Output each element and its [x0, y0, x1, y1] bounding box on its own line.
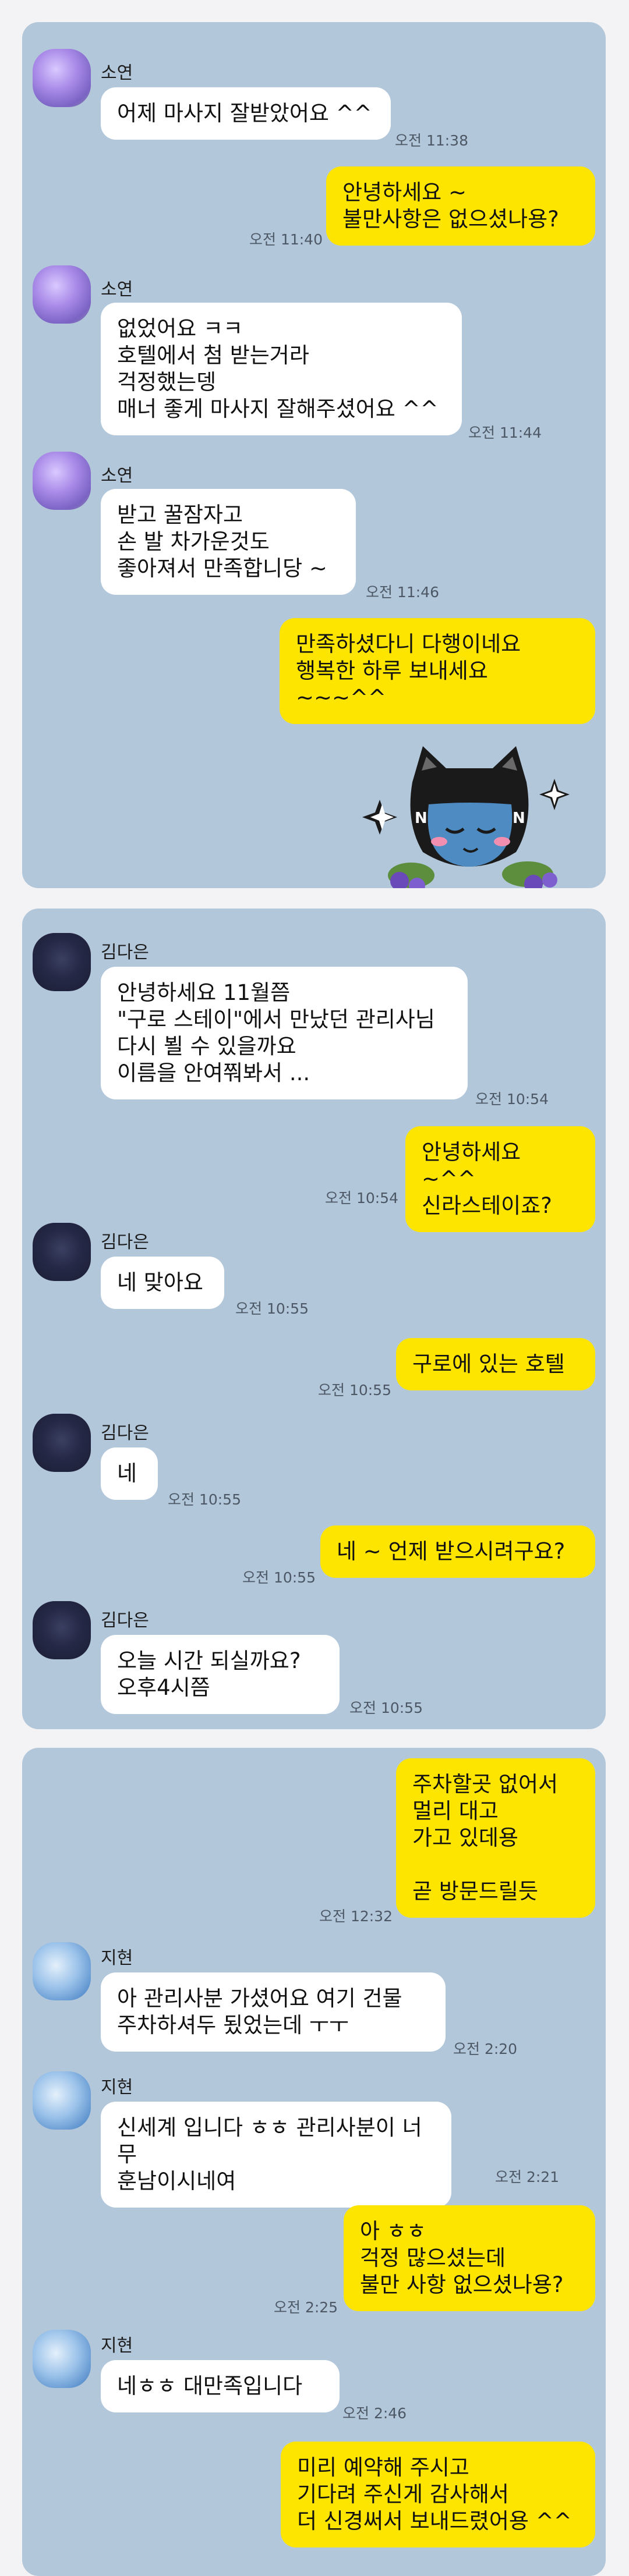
sender-name: 김다은: [101, 942, 149, 963]
outgoing-message[interactable]: 주차할곳 없어서 멀리 대고 가고 있데용 곧 방문드릴듯: [396, 1758, 595, 1918]
outgoing-message[interactable]: 아 ㅎㅎ 걱정 많으셨는데 불만 사항 없으셨나용?: [344, 2205, 595, 2311]
incoming-message[interactable]: 받고 꿀잠자고 손 발 차가운것도 좋아져서 만족합니당 ~: [101, 489, 356, 595]
avatar[interactable]: [33, 265, 91, 324]
avatar[interactable]: [33, 49, 91, 107]
svg-text:N: N: [513, 810, 525, 827]
cat-sticker-icon[interactable]: N N: [359, 736, 580, 888]
incoming-message[interactable]: 네 맞아요: [101, 1257, 224, 1309]
sender-name: 소연: [101, 466, 133, 486]
incoming-message[interactable]: 없었어요 ㅋㅋ 호텔에서 첨 받는거라 걱정했는뎅 매너 좋게 마사지 잘해주셨…: [101, 303, 462, 435]
message-time: 오전 2:21: [495, 2169, 560, 2185]
message-time: 오전 10:55: [235, 1300, 309, 1317]
incoming-message[interactable]: 신세계 입니다 ㅎㅎ 관리사분이 너무 훈남이시네여: [101, 2102, 451, 2208]
chat-panel-2: 김다은 안녕하세요 11월쯤 "구로 스테이"에서 만났던 관리사님 다시 뵐 …: [22, 909, 606, 1729]
incoming-message[interactable]: 어제 마사지 잘받았어요 ^^: [101, 87, 391, 140]
avatar[interactable]: [33, 2071, 91, 2130]
message-time: 오전 10:55: [318, 1382, 391, 1399]
message-time: 오전 2:25: [274, 2299, 338, 2316]
avatar[interactable]: [33, 1942, 91, 2000]
message-time: 오전 10:55: [242, 1569, 316, 1586]
chat-panel-3: 주차할곳 없어서 멀리 대고 가고 있데용 곧 방문드릴듯 오전 12:32 지…: [22, 1748, 606, 2576]
sender-name: 김다은: [101, 1232, 149, 1252]
outgoing-message[interactable]: 안녕하세요 ~^^ 신라스테이죠?: [405, 1126, 595, 1232]
incoming-message[interactable]: 오늘 시간 되실까요? 오후4시쯤: [101, 1635, 340, 1714]
chat-panel-1: 소연 어제 마사지 잘받았어요 ^^ 오전 11:38 안녕하세요 ~ 불만사항…: [22, 22, 606, 888]
outgoing-message[interactable]: 만족하셨다니 다행이네요 행복한 하루 보내세요 ~~~^^: [280, 618, 595, 724]
message-time: 오전 10:54: [325, 1190, 398, 1207]
message-time: 오전 11:44: [468, 424, 542, 441]
sender-name: 지현: [101, 1948, 133, 1968]
incoming-message[interactable]: 네ㅎㅎ 대만족입니다: [101, 2360, 340, 2412]
avatar[interactable]: [33, 452, 91, 510]
message-time: 오전 11:38: [395, 132, 468, 149]
svg-text:N: N: [415, 810, 427, 827]
incoming-message[interactable]: 아 관리사분 가셨어요 여기 건물 주차하셔두 됬었는데 ㅜㅜ: [101, 1972, 446, 2052]
message-time: 오전 12:32: [319, 1908, 393, 1925]
message-time: 오전 10:55: [168, 1491, 241, 1508]
sender-name: 소연: [101, 63, 133, 83]
outgoing-message[interactable]: 네 ~ 언제 받으시려구요?: [320, 1525, 595, 1578]
sender-name: 김다은: [101, 1610, 149, 1631]
message-time: 오전 11:46: [366, 584, 439, 601]
outgoing-message[interactable]: 구로에 있는 호텔: [396, 1338, 595, 1390]
outgoing-message[interactable]: 안녕하세요 ~ 불만사항은 없으셨나용?: [326, 166, 595, 246]
message-time: 오전 2:20: [453, 2041, 518, 2057]
message-time: 오전 11:40: [249, 231, 323, 248]
avatar[interactable]: [33, 1601, 91, 1659]
message-time: 오전 2:46: [342, 2405, 407, 2422]
outgoing-message[interactable]: 미리 예약해 주시고 기다려 주신게 감사해서 더 신경써서 보내드렸어용 ^^: [281, 2442, 595, 2547]
avatar[interactable]: [33, 1414, 91, 1472]
sender-name: 김다은: [101, 1423, 149, 1443]
sender-name: 지현: [101, 2077, 133, 2098]
avatar[interactable]: [33, 1223, 91, 1281]
incoming-message[interactable]: 안녕하세요 11월쯤 "구로 스테이"에서 만났던 관리사님 다시 뵐 수 있을…: [101, 967, 468, 1099]
sender-name: 소연: [101, 279, 133, 300]
sender-name: 지현: [101, 2336, 133, 2356]
incoming-message[interactable]: 네: [101, 1447, 158, 1500]
message-time: 오전 10:55: [349, 1699, 423, 1716]
message-time: 오전 10:54: [475, 1091, 549, 1108]
avatar[interactable]: [33, 933, 91, 991]
avatar[interactable]: [33, 2330, 91, 2388]
